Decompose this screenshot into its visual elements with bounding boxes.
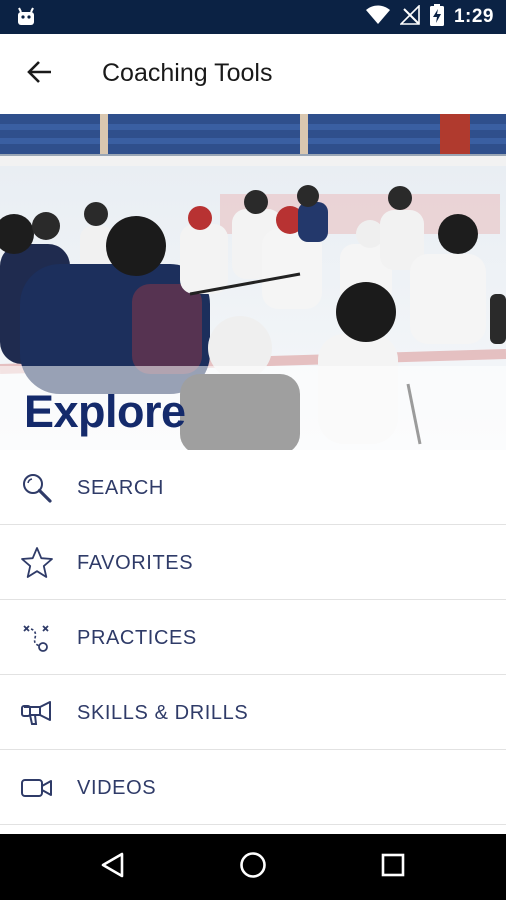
nav-home-button[interactable] [233, 847, 273, 887]
menu-label-skills-drills: SKILLS & DRILLS [77, 702, 249, 724]
menu-label-search: SEARCH [77, 477, 164, 499]
recents-square-icon [380, 852, 406, 883]
wifi-icon [365, 5, 390, 30]
play-diagram-icon [18, 619, 56, 657]
menu-item-videos[interactable]: VIDEOS [0, 750, 506, 825]
home-circle-icon [238, 850, 268, 885]
menu-item-skills-drills[interactable]: SKILLS & DRILLS [0, 675, 506, 750]
nav-back-button[interactable] [93, 847, 133, 887]
status-bar: 1:29 [0, 0, 506, 34]
whistle-icon [18, 694, 56, 732]
app-bar: Coaching Tools [0, 34, 506, 114]
search-icon [18, 469, 56, 507]
android-notification-icon [16, 7, 36, 27]
video-camera-icon [18, 769, 56, 807]
menu-item-search[interactable]: SEARCH [0, 450, 506, 525]
page-title: Coaching Tools [102, 59, 273, 87]
menu-label-practices: PRACTICES [77, 627, 197, 649]
nav-recents-button[interactable] [373, 847, 413, 887]
explore-menu: SEARCH FAVORITES PRACTICES SKILLS & DRIL… [0, 450, 506, 825]
hero-title: Explore [24, 386, 186, 437]
back-button[interactable] [20, 54, 60, 94]
battery-charging-icon [429, 3, 444, 31]
menu-label-videos: VIDEOS [77, 777, 157, 799]
back-triangle-icon [100, 851, 126, 884]
status-time: 1:29 [453, 6, 494, 27]
arrow-back-icon [27, 59, 53, 90]
hero-banner: Explore [0, 114, 506, 450]
menu-item-practices[interactable]: PRACTICES [0, 600, 506, 675]
menu-item-favorites[interactable]: FAVORITES [0, 525, 506, 600]
system-nav-bar [0, 834, 506, 900]
star-icon [18, 544, 56, 582]
no-signal-icon [399, 3, 420, 30]
menu-label-favorites: FAVORITES [77, 552, 194, 574]
